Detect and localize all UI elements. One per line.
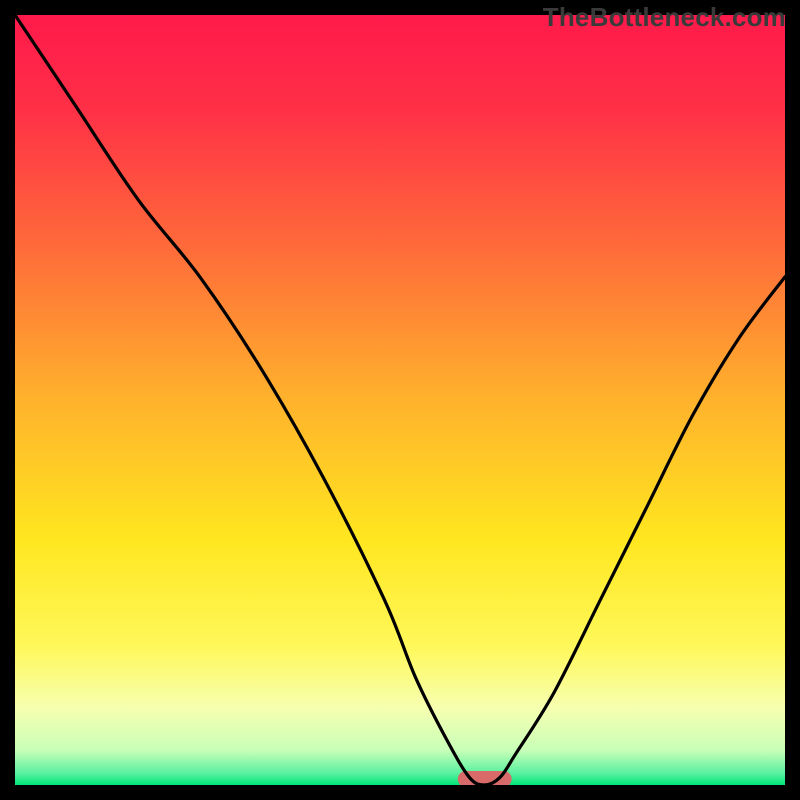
watermark-text: TheBottleneck.com [543,2,786,33]
bottleneck-chart [15,15,785,785]
chart-frame: TheBottleneck.com [0,0,800,800]
gradient-background [15,15,785,785]
plot-area [15,15,785,785]
